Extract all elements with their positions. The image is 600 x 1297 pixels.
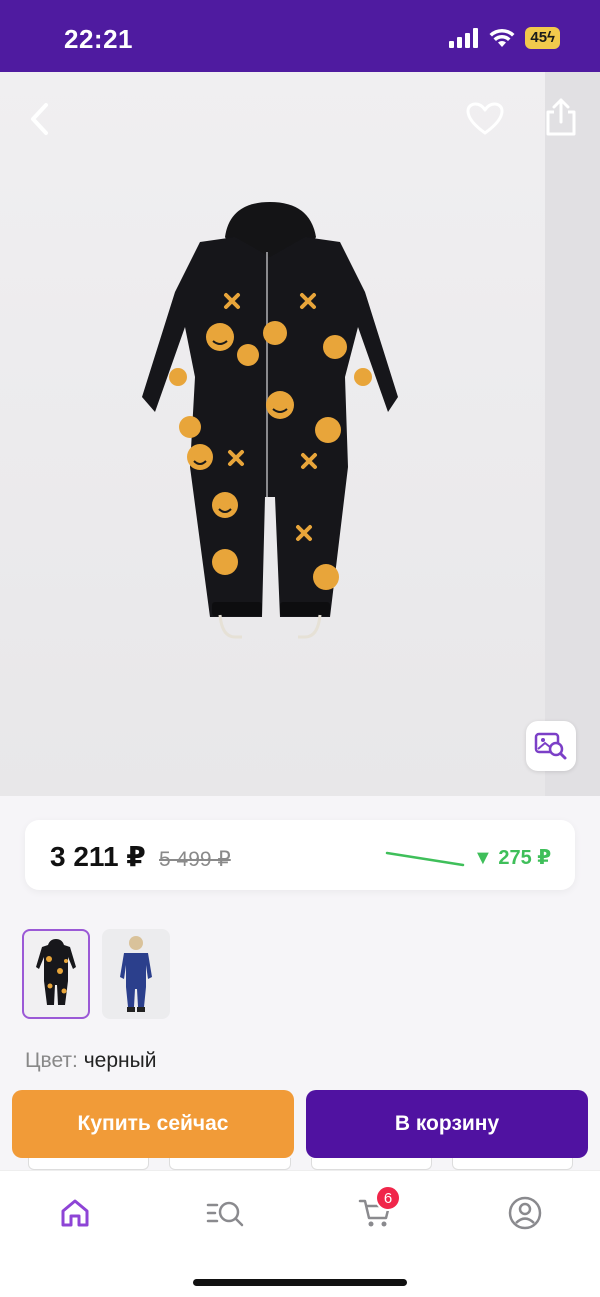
size-option[interactable]: [310, 1158, 432, 1170]
product-photo[interactable]: [0, 72, 600, 796]
thumbnail-blue-jumpsuit[interactable]: [102, 929, 170, 1019]
size-option[interactable]: [28, 1158, 150, 1170]
buy-now-button[interactable]: Купить сейчас: [12, 1090, 294, 1158]
heart-icon: [466, 102, 504, 135]
home-indicator: [193, 1279, 407, 1286]
nav-catalog[interactable]: [195, 1189, 255, 1237]
nav-profile[interactable]: [495, 1189, 555, 1237]
color-label: Цвет:: [25, 1049, 78, 1072]
charging-bolt-icon: ϟ: [547, 29, 555, 46]
size-option[interactable]: [451, 1158, 573, 1170]
nav-cart[interactable]: 6: [345, 1185, 405, 1237]
status-time: 22:21: [64, 24, 133, 54]
catalog-search-icon: [206, 1201, 244, 1227]
thumbnail-black-jumpsuit[interactable]: [22, 929, 90, 1019]
status-icons: 45ϟ: [449, 27, 560, 49]
color-info: Цвет: черный: [25, 1049, 156, 1073]
price-drop: ▼ 275 ₽: [473, 847, 552, 869]
back-arrow-icon: [31, 103, 48, 135]
size-option[interactable]: [169, 1158, 291, 1170]
nav-home[interactable]: [45, 1189, 105, 1237]
status-bar: 22:21 45ϟ: [0, 0, 600, 72]
color-value: черный: [83, 1049, 157, 1072]
add-to-cart-button[interactable]: В корзину: [306, 1090, 588, 1158]
favorite-button[interactable]: [460, 94, 510, 144]
action-buttons: Купить сейчас В корзину: [12, 1090, 588, 1158]
share-button[interactable]: [536, 92, 586, 142]
battery-level: 45: [530, 29, 548, 46]
price-card[interactable]: 3 211 ₽ 5 499 ₽ ▼ 275 ₽: [25, 820, 575, 890]
thumbnail-strip: [22, 929, 170, 1019]
current-price: 3 211 ₽: [50, 841, 146, 872]
cart-count-badge: 6: [375, 1185, 401, 1211]
visual-search-button[interactable]: [526, 721, 576, 771]
visual-search-icon: [534, 732, 567, 760]
photo-next-edge: [545, 72, 600, 796]
size-selector-peek: [28, 1158, 573, 1170]
profile-icon: [508, 1196, 542, 1230]
battery-indicator: 45ϟ: [525, 27, 560, 49]
price-trend-line: [385, 851, 465, 867]
old-price: 5 499 ₽: [159, 848, 231, 871]
jumpsuit-image: [142, 202, 398, 639]
wifi-icon: [489, 28, 515, 47]
bottom-navigation: 6: [0, 1170, 600, 1297]
signal-icon: [449, 28, 479, 48]
home-icon: [61, 1199, 89, 1227]
back-button[interactable]: [14, 94, 64, 144]
thumbnail-image: [36, 939, 76, 1005]
thumbnail-image: [120, 936, 152, 1012]
share-icon: [546, 98, 576, 136]
